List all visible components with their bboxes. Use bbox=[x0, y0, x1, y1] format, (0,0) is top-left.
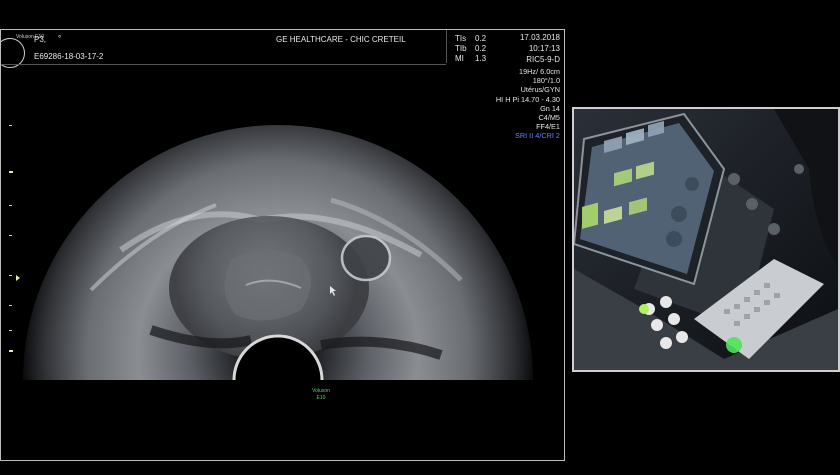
trackball bbox=[726, 337, 742, 353]
console-video-feed bbox=[572, 107, 840, 372]
footer-brand: Voluson bbox=[312, 388, 330, 394]
active-button-icon bbox=[639, 304, 649, 314]
ultrasound-image bbox=[1, 125, 564, 460]
ovary-region bbox=[340, 234, 392, 282]
ultrasound-display: Voluson E10 P3, ° E69286-18-03-17-2 GE H… bbox=[0, 29, 565, 461]
footer-model: E10 bbox=[316, 395, 326, 401]
console-video-image bbox=[574, 109, 838, 370]
